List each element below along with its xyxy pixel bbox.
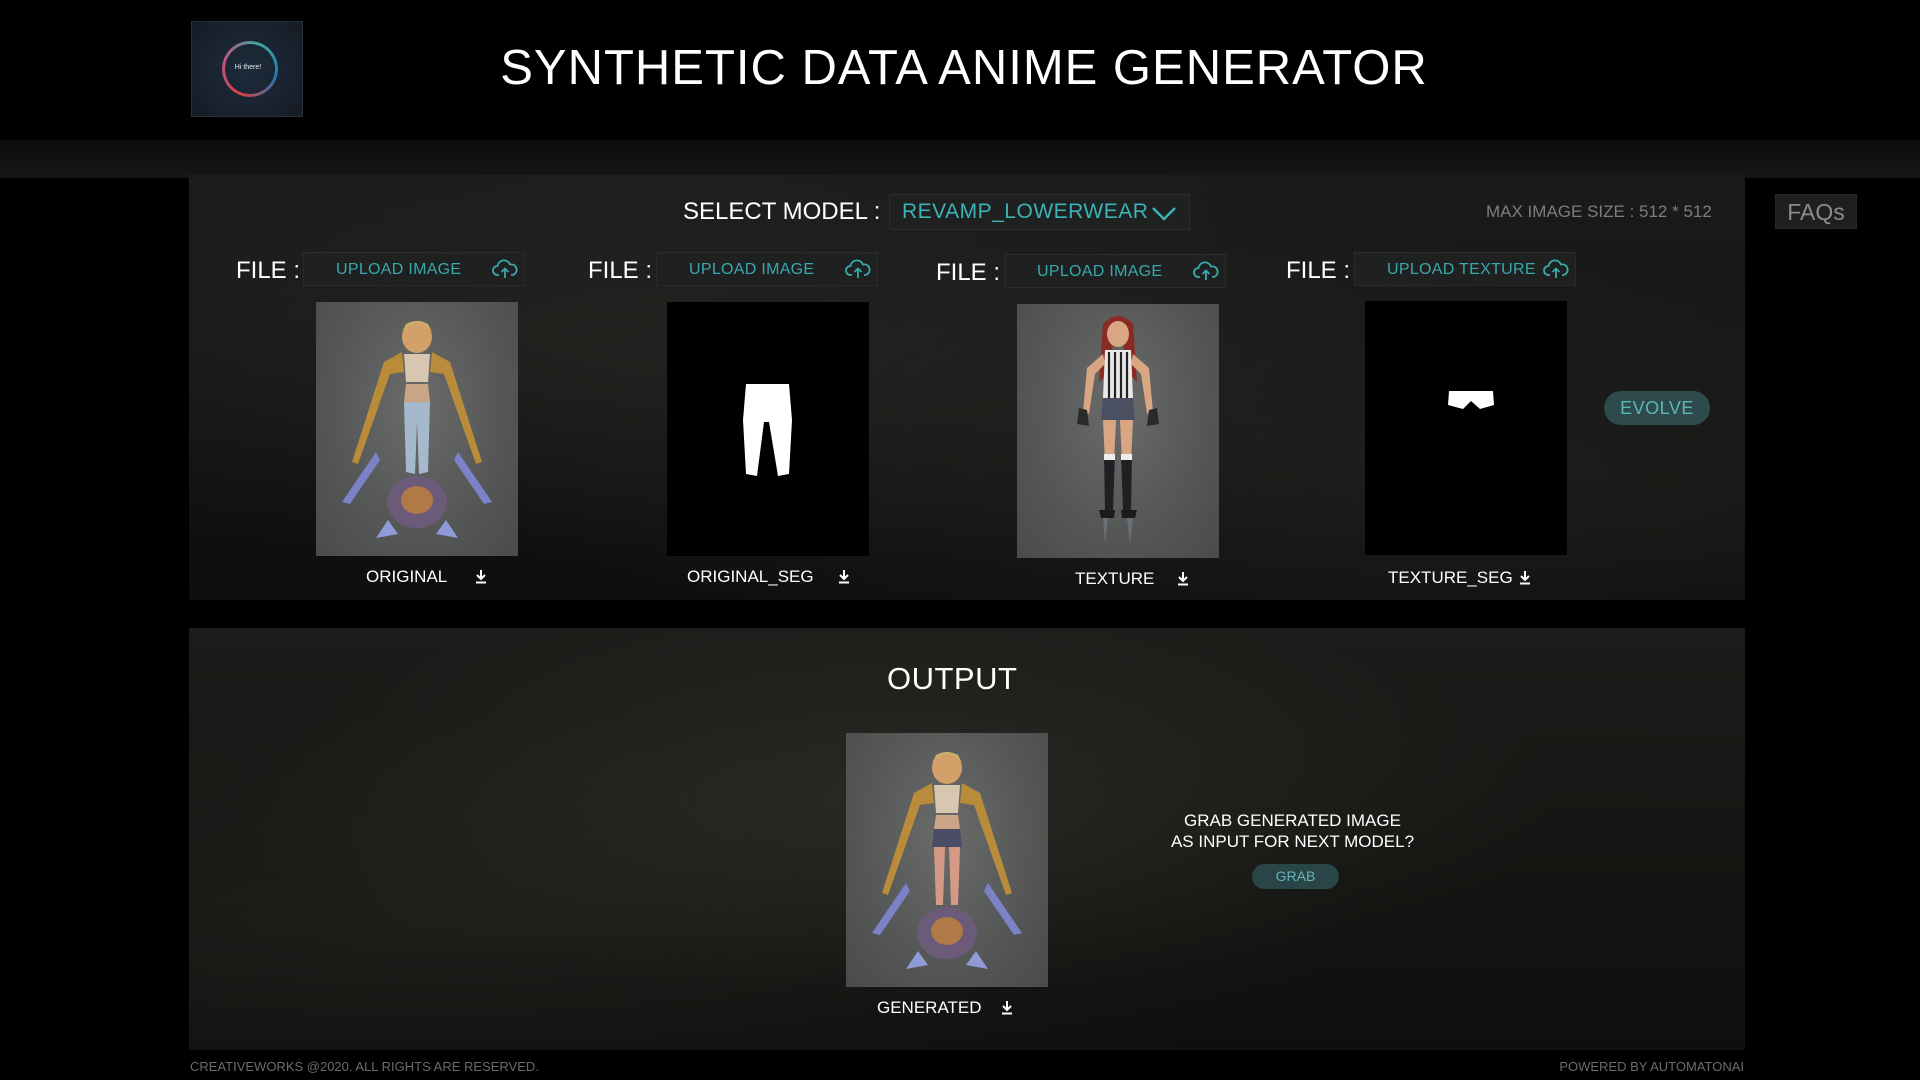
- upload-image-button[interactable]: UPLOAD IMAGE: [656, 252, 878, 286]
- model-select-value: REVAMP_LOWERWEAR: [902, 200, 1149, 223]
- footer-copyright: CREATIVEWORKS @2020. ALL RIGHTS ARE RESE…: [190, 1059, 539, 1074]
- grab-question: GRAB GENERATED IMAGE AS INPUT FOR NEXT M…: [1150, 810, 1435, 852]
- upload-texture-button[interactable]: UPLOAD TEXTURE: [1354, 252, 1576, 286]
- download-icon[interactable]: [1176, 571, 1190, 587]
- image-caption: TEXTURE: [1075, 569, 1155, 588]
- texture-image: [1017, 304, 1219, 558]
- shorts-mask-icon: [1448, 391, 1494, 409]
- grab-button[interactable]: GRAB: [1252, 864, 1339, 889]
- image-caption: GENERATED: [877, 998, 982, 1017]
- original-seg-image: [667, 302, 869, 556]
- file-label: FILE :: [236, 257, 301, 284]
- download-icon[interactable]: [837, 569, 851, 585]
- image-caption: ORIGINAL_SEG: [687, 567, 814, 586]
- file-label: FILE :: [936, 259, 1001, 286]
- grab-question-line2: AS INPUT FOR NEXT MODEL?: [1170, 832, 1415, 851]
- upload-image-button[interactable]: UPLOAD IMAGE: [1004, 254, 1226, 288]
- model-select[interactable]: REVAMP_LOWERWEAR: [889, 194, 1190, 230]
- upload-label: UPLOAD IMAGE: [1037, 263, 1163, 280]
- download-icon[interactable]: [1518, 570, 1532, 586]
- cloud-upload-icon: [1543, 259, 1569, 278]
- page-title: SYNTHETIC DATA ANIME GENERATOR: [500, 41, 1428, 95]
- texture-seg-image: [1365, 301, 1567, 555]
- upload-label: UPLOAD TEXTURE: [1387, 261, 1536, 278]
- output-title: OUTPUT: [887, 661, 1018, 696]
- upload-label: UPLOAD IMAGE: [336, 261, 462, 278]
- image-caption: ORIGINAL: [366, 567, 448, 586]
- max-image-size: MAX IMAGE SIZE : 512 * 512: [1486, 202, 1712, 221]
- image-caption: TEXTURE_SEG: [1388, 568, 1513, 587]
- footer-powered-by: POWERED BY AUTOMATONAI: [1559, 1059, 1744, 1074]
- header-divider: [0, 140, 1920, 178]
- cloud-upload-icon: [1193, 261, 1219, 280]
- file-label: FILE :: [1286, 257, 1351, 284]
- generated-image: [846, 733, 1048, 987]
- faqs-button[interactable]: FAQs: [1775, 194, 1857, 229]
- chevron-down-icon: [1152, 207, 1176, 221]
- upload-image-button[interactable]: UPLOAD IMAGE: [303, 252, 525, 286]
- evolve-button[interactable]: EVOLVE: [1604, 391, 1710, 425]
- cloud-upload-icon: [492, 259, 518, 278]
- upload-label: UPLOAD IMAGE: [689, 261, 815, 278]
- character-figure-icon: [872, 752, 1022, 969]
- original-image: [316, 302, 518, 556]
- file-label: FILE :: [588, 257, 653, 284]
- cloud-upload-icon: [845, 259, 871, 278]
- pants-mask-icon: [743, 384, 792, 476]
- header: Hi there! SYNTHETIC DATA ANIME GENERATOR: [0, 0, 1920, 140]
- download-icon[interactable]: [474, 569, 488, 585]
- download-icon[interactable]: [1000, 1000, 1014, 1016]
- character-figure-icon: [1077, 316, 1159, 544]
- character-figure-icon: [342, 321, 492, 538]
- grab-question-line1: GRAB GENERATED IMAGE: [1184, 811, 1401, 830]
- select-model-label: SELECT MODEL :: [683, 198, 881, 225]
